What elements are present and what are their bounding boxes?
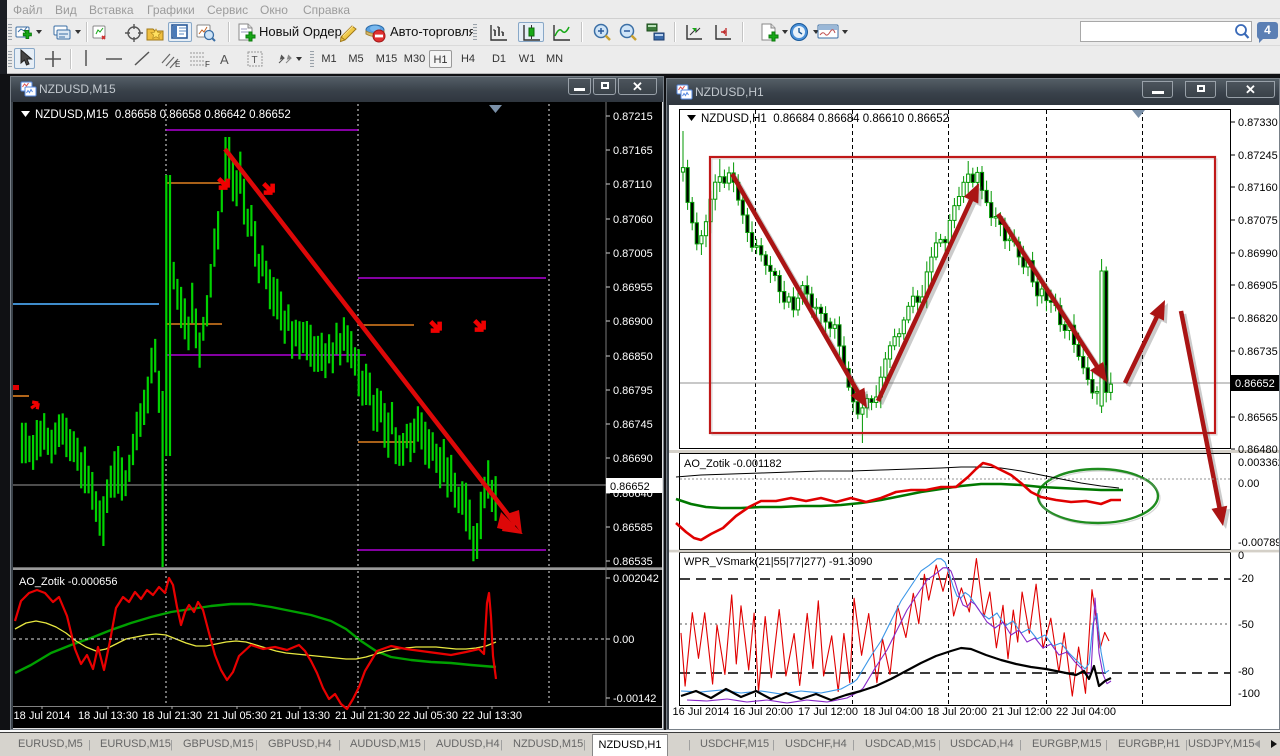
svg-text:0.86690: 0.86690	[613, 453, 653, 465]
svg-text:-80: -80	[1238, 666, 1254, 678]
svg-text:NZDUSD,H1 0.86684 0.86684 0.8: NZDUSD,H1 0.86684 0.86684 0.86610 0.8665…	[701, 113, 949, 125]
svg-text:16 Jul 2014: 16 Jul 2014	[673, 706, 730, 718]
svg-text:18 Jul 13:30: 18 Jul 13:30	[78, 710, 138, 722]
svg-text:0.86850: 0.86850	[613, 351, 653, 363]
svg-text:18 Jul 21:30: 18 Jul 21:30	[142, 710, 202, 722]
svg-text:0: 0	[1238, 550, 1244, 562]
svg-text:0.86990: 0.86990	[1238, 248, 1278, 260]
svg-text:22 Jul 13:30: 22 Jul 13:30	[462, 710, 522, 722]
svg-text:0.86820: 0.86820	[1238, 313, 1278, 325]
svg-text:AO_Zotik -0.001182: AO_Zotik -0.001182	[684, 458, 782, 470]
svg-text:0.87330: 0.87330	[1238, 117, 1278, 129]
svg-text:0.87245: 0.87245	[1238, 150, 1278, 162]
svg-text:0.00: 0.00	[613, 634, 634, 646]
svg-text:0.86905: 0.86905	[1238, 280, 1278, 292]
svg-text:0.86652: 0.86652	[1235, 378, 1275, 390]
svg-text:-0.007895: -0.007895	[1238, 537, 1279, 549]
svg-text:21 Jul 13:30: 21 Jul 13:30	[270, 710, 330, 722]
svg-text:18 Jul 2014: 18 Jul 2014	[14, 710, 71, 722]
svg-text:NZDUSD,M15 0.86658 0.86658 0.: NZDUSD,M15 0.86658 0.86658 0.86642 0.866…	[35, 109, 291, 121]
svg-text:18 Jul 20:00: 18 Jul 20:00	[927, 706, 987, 718]
svg-text:0.86745: 0.86745	[613, 419, 653, 431]
svg-text:0.87005: 0.87005	[613, 248, 653, 260]
svg-text:E: E	[175, 60, 180, 69]
svg-text:0.87165: 0.87165	[613, 145, 653, 157]
svg-text:-100: -100	[1238, 688, 1260, 700]
svg-text:22 Jul 04:00: 22 Jul 04:00	[1056, 706, 1116, 718]
svg-text:0.87075: 0.87075	[1238, 215, 1278, 227]
svg-text:0.86652: 0.86652	[610, 481, 650, 493]
svg-text:T: T	[252, 55, 258, 66]
svg-text:0.86955: 0.86955	[613, 282, 653, 294]
svg-text:0.86735: 0.86735	[1238, 346, 1278, 358]
svg-text:22 Jul 05:30: 22 Jul 05:30	[398, 710, 458, 722]
svg-text:0.00: 0.00	[1238, 478, 1259, 490]
svg-text:0.86565: 0.86565	[1238, 412, 1278, 424]
svg-text:0.86480: 0.86480	[1238, 444, 1278, 456]
svg-text:21 Jul 05:30: 21 Jul 05:30	[207, 710, 267, 722]
svg-text:F: F	[205, 60, 210, 69]
svg-text:17 Jul 12:00: 17 Jul 12:00	[798, 706, 858, 718]
svg-text:-0.00142: -0.00142	[613, 693, 656, 705]
svg-text:0.86535: 0.86535	[613, 556, 653, 568]
svg-text:18 Jul 04:00: 18 Jul 04:00	[863, 706, 923, 718]
svg-text:0.87160: 0.87160	[1238, 182, 1278, 194]
svg-text:0.86585: 0.86585	[613, 522, 653, 534]
svg-text:-50: -50	[1238, 619, 1254, 631]
svg-text:0.87215: 0.87215	[613, 111, 653, 123]
svg-text:0.86900: 0.86900	[613, 316, 653, 328]
svg-text:0.87060: 0.87060	[613, 214, 653, 226]
svg-text:WPR_VSmark(21|55|77|277) -91.3: WPR_VSmark(21|55|77|277) -91.3090	[684, 556, 872, 568]
svg-text:AO_Zotik -0.000656: AO_Zotik -0.000656	[19, 576, 117, 588]
svg-text:0.86795: 0.86795	[613, 385, 653, 397]
svg-text:0.87110: 0.87110	[613, 179, 652, 191]
svg-text:-20: -20	[1238, 573, 1254, 585]
svg-text:0.003362: 0.003362	[1238, 457, 1279, 469]
svg-text:21 Jul 12:00: 21 Jul 12:00	[992, 706, 1052, 718]
svg-text:16 Jul 20:00: 16 Jul 20:00	[733, 706, 793, 718]
svg-text:0.002042: 0.002042	[613, 573, 659, 585]
svg-text:21 Jul 21:30: 21 Jul 21:30	[335, 710, 395, 722]
